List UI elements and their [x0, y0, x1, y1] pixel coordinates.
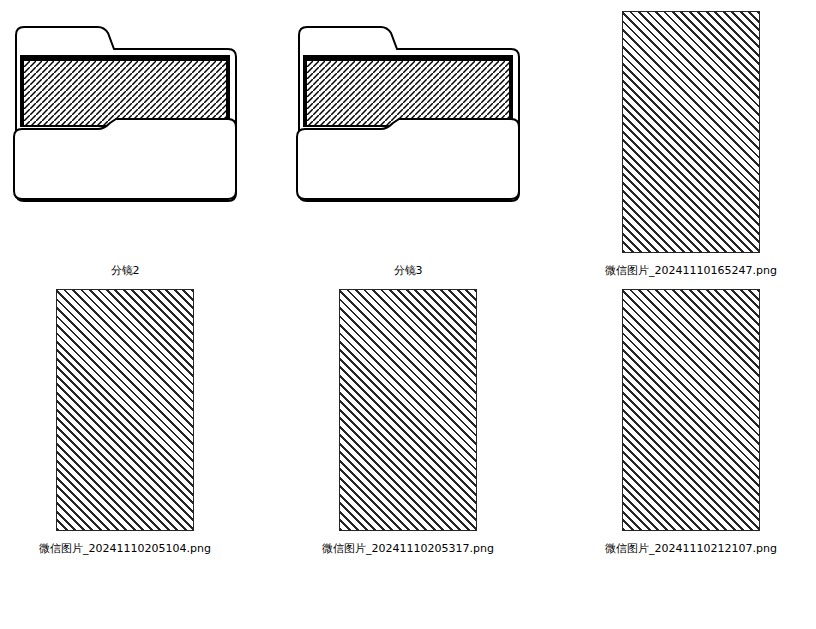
folder-icon	[295, 25, 521, 203]
file-item[interactable]: 分镜3	[288, 8, 528, 278]
file-item[interactable]: 分镜2	[5, 8, 245, 278]
image-thumbnail	[622, 289, 760, 531]
image-thumbnail	[339, 289, 477, 531]
image-thumbnail	[622, 11, 760, 253]
file-name: 微信图片_20241110205104.png	[39, 542, 211, 556]
file-name: 分镜2	[111, 264, 140, 278]
file-item[interactable]: 微信图片_20241110212107.png	[571, 286, 811, 556]
image-thumbnail	[56, 289, 194, 531]
folder-icon	[12, 25, 238, 203]
file-name: 微信图片_20241110212107.png	[605, 542, 777, 556]
file-grid: 分镜2 分镜3 微信图片_20241110165247.png 微信图片_202411…	[0, 0, 816, 556]
file-name: 分镜3	[394, 264, 423, 278]
file-item[interactable]: 微信图片_20241110205317.png	[288, 286, 528, 556]
file-name: 微信图片_20241110205317.png	[322, 542, 494, 556]
file-item[interactable]: 微信图片_20241110165247.png	[571, 8, 811, 278]
file-item[interactable]: 微信图片_20241110205104.png	[5, 286, 245, 556]
file-name: 微信图片_20241110165247.png	[605, 264, 777, 278]
